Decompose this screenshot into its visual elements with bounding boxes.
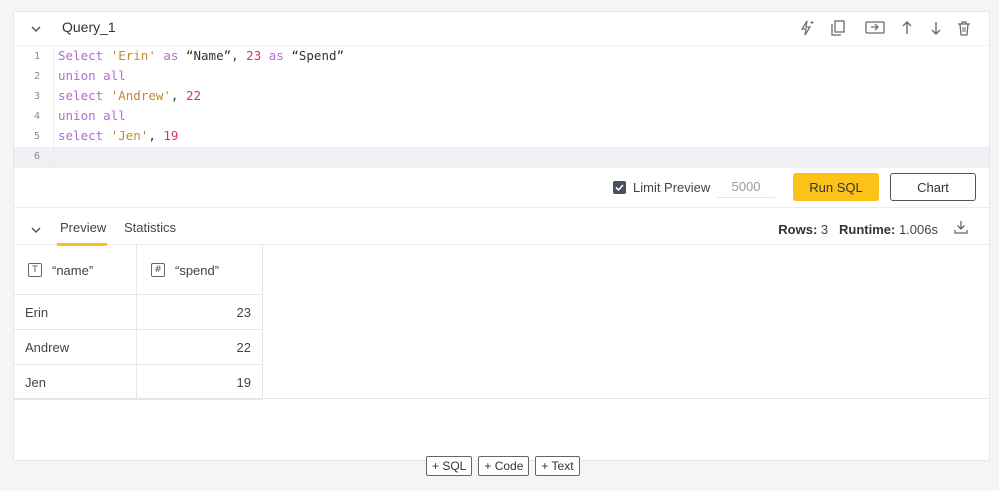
collapse-results-chevron-icon[interactable]	[29, 223, 43, 237]
line-number: 1	[33, 51, 40, 62]
column-header-spend[interactable]: # “spend”	[137, 245, 263, 295]
limit-preview-label[interactable]: Limit Preview	[633, 180, 710, 195]
add-cell-buttons: + SQL + Code + Text	[426, 456, 580, 476]
run-bar: Limit Preview Run SQL Chart	[14, 167, 989, 207]
chart-button[interactable]: Chart	[890, 173, 976, 201]
code-token: ,	[148, 128, 164, 143]
code-token: 22	[185, 88, 202, 103]
results-tab-bar: Preview Statistics Rows: 3 Runtime: 1.00…	[14, 207, 989, 246]
code-token: 19	[163, 128, 179, 143]
delete-trash-icon[interactable]	[955, 19, 973, 37]
add-text-button[interactable]: + Text	[535, 456, 580, 476]
line-number: 2	[33, 71, 40, 82]
magic-lightning-icon[interactable]	[798, 19, 816, 37]
table-cell[interactable]: 23	[137, 295, 263, 330]
cell-header: Query_1	[14, 12, 989, 45]
run-sql-button[interactable]: Run SQL	[793, 173, 879, 201]
code-line[interactable]: union all	[58, 68, 126, 83]
cell-toolbar	[798, 19, 973, 37]
table-cell[interactable]: Andrew	[14, 330, 137, 365]
active-line-highlight	[14, 147, 989, 167]
code-token: Select	[58, 48, 104, 63]
tab-statistics[interactable]: Statistics	[124, 220, 176, 235]
line-number: 4	[33, 111, 40, 122]
runtime-value: 1.006s	[898, 222, 938, 237]
rows-label: Rows:	[778, 222, 818, 237]
duplicate-icon[interactable]	[829, 19, 847, 37]
move-up-icon[interactable]	[898, 19, 916, 37]
code-token: 'Jen'	[110, 128, 149, 143]
download-icon[interactable]	[953, 219, 969, 235]
code-token: union all	[58, 68, 126, 83]
add-code-button[interactable]: + Code	[478, 456, 530, 476]
code-line[interactable]: Select 'Erin' as “Name”, 23 as “Spend”	[58, 48, 344, 63]
code-line[interactable]: select 'Jen', 19	[58, 128, 178, 143]
number-type-icon: #	[151, 263, 165, 277]
table-cell[interactable]: Jen	[14, 365, 137, 400]
rows-count: 3	[820, 222, 829, 237]
limit-preview-checkbox[interactable]	[613, 181, 626, 194]
column-header-name[interactable]: T “name”	[14, 245, 137, 295]
table-cell[interactable]: 19	[137, 365, 263, 400]
add-sql-button[interactable]: + SQL	[426, 456, 473, 476]
result-summary: Rows: 3 Runtime: 1.006s	[778, 222, 938, 237]
table-cell[interactable]: 22	[137, 330, 263, 365]
limit-preview-input[interactable]	[717, 176, 775, 198]
sql-cell: Query_1 1 2 3 4 5 6 Select 'Erin' as “Na…	[13, 11, 990, 461]
code-line[interactable]: union all	[58, 108, 126, 123]
code-token: union all	[58, 108, 126, 123]
runtime-label: Runtime:	[838, 222, 896, 237]
tab-preview[interactable]: Preview	[60, 220, 106, 235]
column-header-label: “spend”	[175, 263, 220, 278]
collapse-cell-chevron-icon[interactable]	[29, 22, 43, 36]
code-token: 'Erin'	[110, 48, 156, 63]
code-token: select	[58, 88, 104, 103]
line-number: 6	[33, 151, 40, 162]
code-token: ,	[170, 88, 186, 103]
line-number: 3	[33, 91, 40, 102]
line-number-gutter: 1 2 3 4 5 6	[14, 46, 52, 167]
move-down-icon[interactable]	[927, 19, 945, 37]
column-header-label: “name”	[52, 263, 94, 278]
export-to-sheet-icon[interactable]	[864, 19, 886, 37]
code-token: as	[268, 48, 284, 63]
code-token: “Name”,	[178, 48, 247, 63]
code-token: select	[58, 128, 104, 143]
code-token: “Spend”	[283, 48, 345, 63]
code-token: 23	[246, 48, 262, 63]
sql-editor[interactable]: 1 2 3 4 5 6 Select 'Erin' as “Name”, 23 …	[14, 45, 989, 168]
code-token: 'Andrew'	[110, 88, 171, 103]
table-cell[interactable]: Erin	[14, 295, 137, 330]
line-number: 5	[33, 131, 40, 142]
code-token: as	[163, 48, 179, 63]
text-type-icon: T	[28, 263, 42, 277]
table-bottom-border	[14, 398, 989, 399]
code-line[interactable]: select 'Andrew', 22	[58, 88, 201, 103]
cell-title[interactable]: Query_1	[62, 19, 116, 35]
